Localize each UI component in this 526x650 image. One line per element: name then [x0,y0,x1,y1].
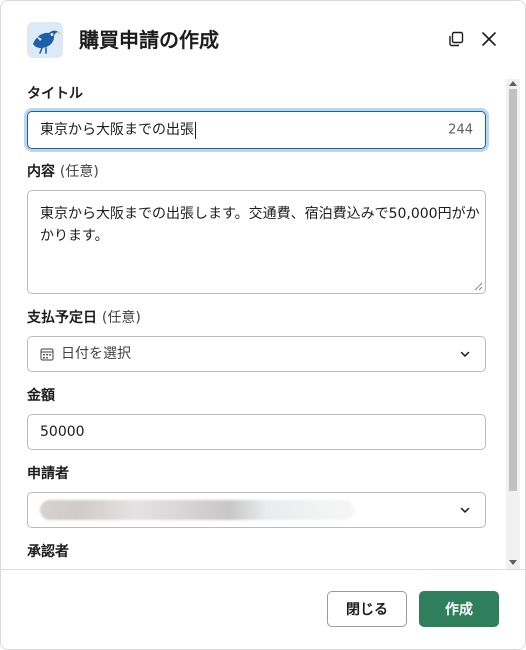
applicant-label: 申請者 [27,466,69,482]
title-label: タイトル [27,86,83,102]
modal-title: 購買申請の作成 [79,28,219,52]
modal-header: 購買申請の作成 [1,1,525,79]
bird-logo-icon [27,22,63,58]
calendar-icon [40,348,54,361]
chevron-down-icon [460,507,470,514]
payment-date-placeholder: 日付を選択 [61,346,131,362]
scrollbar-thumb[interactable] [509,89,517,491]
resize-handle-icon[interactable] [473,281,483,291]
redacted-applicant-name [40,500,354,520]
chevron-down-icon [460,351,470,358]
scrollbar[interactable] [506,79,520,569]
amount-input[interactable]: 50000 [27,414,486,450]
create-button[interactable]: 作成 [419,591,499,627]
amount-input-value: 50000 [40,424,85,440]
content-label: 内容 (任意) [27,164,99,180]
close-button[interactable] [478,28,500,50]
applicant-select[interactable] [27,492,486,528]
title-input[interactable]: 東京から大阪までの出張 244 [27,111,486,149]
purchase-request-modal: 購買申請の作成 タイトル 東京から大阪までの出張 244 内容 (任意) 東京か… [0,0,526,650]
content-textarea[interactable]: 東京から大阪までの出張します。交通費、宿泊費込みで50,000円がかかります。 [27,190,486,294]
scroll-down-arrow-icon[interactable] [509,560,517,565]
content-textarea-value: 東京から大阪までの出張します。交通費、宿泊費込みで50,000円がかかります。 [40,206,480,244]
close-icon [482,32,496,46]
amount-label: 金額 [27,388,55,404]
modal-footer: 閉じる 作成 [1,569,525,649]
payment-date-label: 支払予定日 (任意) [27,310,141,326]
title-input-value: 東京から大阪までの出張 [40,122,194,138]
payment-date-select[interactable]: 日付を選択 [27,336,486,372]
close-modal-button[interactable]: 閉じる [327,591,407,627]
scroll-up-arrow-icon[interactable] [509,81,517,86]
approver-label: 承認者 [27,544,69,560]
popout-icon [449,31,464,47]
char-counter: 244 [448,122,473,138]
modal-body[interactable]: タイトル 東京から大阪までの出張 244 内容 (任意) 東京から大阪までの出張… [1,79,525,569]
popout-button[interactable] [445,28,467,50]
